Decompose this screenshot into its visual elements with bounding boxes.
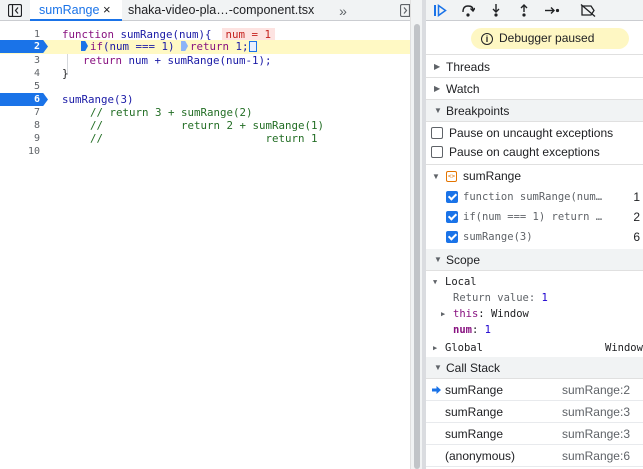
step-into-icon[interactable] xyxy=(484,0,508,21)
breakpoint-file-group[interactable]: ▼ <> sumRange xyxy=(426,166,643,187)
current-frame-arrow-icon xyxy=(432,386,441,394)
collapse-triangle-icon: ▼ xyxy=(434,255,442,264)
collapse-triangle-icon: ▼ xyxy=(433,278,438,286)
line-gutter[interactable]: 8 xyxy=(0,119,54,132)
scope-global[interactable]: ▶ Global Window xyxy=(426,340,643,356)
code-editor[interactable]: 1 function sumRange(num){num = 1 2 if(nu… xyxy=(0,22,410,469)
breakpoint-marker[interactable] xyxy=(0,93,48,106)
inline-breakpoint-slot-icon[interactable] xyxy=(248,41,257,52)
step-over-icon[interactable] xyxy=(456,0,480,21)
code-line-7[interactable]: 7 // return 3 + sumRange(2) xyxy=(0,106,410,119)
watch-section-header[interactable]: ▶ Watch xyxy=(426,78,643,100)
inline-breakpoint-icon[interactable] xyxy=(81,41,88,51)
toggle-navigator-icon[interactable] xyxy=(4,0,26,21)
debugger-paused-badge: i Debugger paused xyxy=(471,28,629,49)
line-gutter[interactable]: 7 xyxy=(0,106,54,119)
debugger-sidebar: i Debugger paused ▶ Threads ▶ Watch ▼ Br… xyxy=(426,0,643,469)
line-gutter[interactable]: 4 xyxy=(0,67,54,80)
scope-return-value[interactable]: Return value: 1 xyxy=(426,290,643,306)
paused-text: Debugger paused xyxy=(499,31,595,45)
inline-breakpoint-icon[interactable] xyxy=(181,41,189,51)
code-line-9[interactable]: 9 // return 1 xyxy=(0,132,410,145)
call-frame[interactable]: sumRange sumRange:3 xyxy=(426,401,643,423)
code-line-6[interactable]: 6 sumRange(3) xyxy=(0,93,410,106)
close-tab-icon[interactable]: × xyxy=(103,0,111,20)
line-gutter[interactable]: 2 xyxy=(0,40,54,53)
resume-icon[interactable] xyxy=(428,0,452,21)
pause-caught-checkbox[interactable] xyxy=(431,146,443,158)
more-tabs-icon[interactable]: » xyxy=(332,0,354,21)
code-line-3[interactable]: 3 return num + sumRange(num-1); xyxy=(0,54,410,67)
scope-section-header[interactable]: ▼ Scope xyxy=(426,249,643,271)
debugger-toolbar xyxy=(426,0,643,21)
scope-local[interactable]: ▼ Local xyxy=(426,274,643,290)
expand-triangle-icon: ▶ xyxy=(434,84,441,93)
expand-triangle-icon: ▶ xyxy=(433,344,438,352)
code-line-2-current[interactable]: 2 if(num === 1) return 1; xyxy=(0,40,410,54)
line-gutter[interactable]: 10 xyxy=(0,145,54,158)
tab-sumrange[interactable]: sumRange × xyxy=(30,0,122,21)
scope-num[interactable]: num: 1 xyxy=(426,322,643,338)
call-frame[interactable]: (anonymous) sumRange:6 xyxy=(426,445,643,467)
line-gutter[interactable]: 5 xyxy=(0,80,54,93)
deactivate-breakpoints-icon[interactable] xyxy=(576,0,600,21)
tab-label: sumRange xyxy=(39,3,100,17)
divider xyxy=(426,164,643,165)
file-icon: <> xyxy=(446,171,457,182)
breakpoint-marker[interactable] xyxy=(0,40,48,53)
scope-this[interactable]: ▶ this: Window xyxy=(426,306,643,322)
call-frame[interactable]: sumRange sumRange:3 xyxy=(426,423,643,445)
breakpoint-item[interactable]: sumRange(3) 6 xyxy=(426,227,643,247)
breakpoint-enabled-checkbox[interactable] xyxy=(446,191,458,203)
breakpoints-section-header[interactable]: ▼ Breakpoints xyxy=(426,100,643,122)
pause-uncaught-option[interactable]: Pause on uncaught exceptions xyxy=(426,124,643,143)
collapse-triangle-icon: ▼ xyxy=(434,106,442,115)
code-line-10[interactable]: 10 xyxy=(0,145,410,158)
line-gutter[interactable]: 9 xyxy=(0,132,54,145)
breakpoint-enabled-checkbox[interactable] xyxy=(446,231,458,243)
editor-tab-bar: sumRange × shaka-video-pla…-component.ts… xyxy=(0,0,422,21)
scrollbar-thumb[interactable] xyxy=(414,24,420,469)
breakpoint-enabled-checkbox[interactable] xyxy=(446,211,458,223)
info-icon: i xyxy=(481,32,493,45)
pause-uncaught-checkbox[interactable] xyxy=(431,127,443,139)
collapse-triangle-icon: ▼ xyxy=(434,363,442,372)
editor-scrollbar[interactable] xyxy=(410,0,422,469)
collapse-triangle-icon: ▼ xyxy=(432,172,440,181)
breakpoint-item[interactable]: if(num === 1) return … 2 xyxy=(426,207,643,227)
call-stack-section-header[interactable]: ▼ Call Stack xyxy=(426,357,643,379)
step-icon[interactable] xyxy=(540,0,564,21)
threads-section-header[interactable]: ▶ Threads xyxy=(426,56,643,78)
code-line-8[interactable]: 8 // return 2 + sumRange(1) xyxy=(0,119,410,132)
breakpoint-item[interactable]: function sumRange(num… 1 xyxy=(426,187,643,207)
line-gutter[interactable]: 6 xyxy=(0,93,54,106)
expand-triangle-icon: ▶ xyxy=(434,62,441,71)
pause-caught-option[interactable]: Pause on caught exceptions xyxy=(426,143,643,162)
step-out-icon[interactable] xyxy=(512,0,536,21)
call-frame[interactable]: sumRange sumRange:2 xyxy=(426,379,643,401)
tab-shaka-video[interactable]: shaka-video-pla…-component.tsx xyxy=(128,0,314,21)
expand-triangle-icon: ▶ xyxy=(441,310,446,318)
paused-banner-area: i Debugger paused xyxy=(426,21,643,55)
code-line-5[interactable]: 5 xyxy=(0,80,410,93)
code-line-4[interactable]: 4 } xyxy=(0,67,410,80)
line-gutter[interactable]: 3 xyxy=(0,54,54,67)
